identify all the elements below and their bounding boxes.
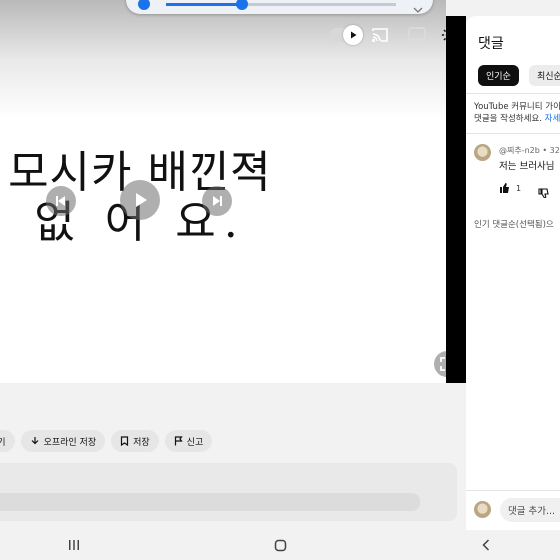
video-player[interactable]: 모시카 배낀젹 없 어 요. [0,0,446,383]
like-count: 1 [516,183,522,193]
next-icon[interactable] [202,186,232,216]
divider [466,133,560,134]
community-guideline-notice: YouTube 커뮤니티 가이 댓글을 작성하세요. 자세 [474,101,560,125]
screen: 모시카 배낀젹 없 어 요. 기 오프라인 저장 저장 신고 댓글 인기순 최신… [0,0,560,560]
thumbs-down-icon [538,188,549,199]
report-label: 신고 [186,437,204,448]
comments-panel: 댓글 인기순 최신순 YouTube 커뮤니티 가이 댓글을 작성하세요. 자세… [466,16,560,530]
autoplay-toggle[interactable] [330,25,363,45]
comments-title: 댓글 [478,36,504,52]
divider [446,16,466,383]
listen-label: 듣기 [0,437,6,448]
description-bar [0,493,420,511]
system-nav-bar [0,530,560,560]
bookmark-icon [121,436,129,446]
flag-icon [174,436,183,446]
comment-input[interactable]: 댓글 추가... [500,498,560,522]
save-button[interactable]: 저장 [111,430,159,452]
seek-track[interactable] [166,0,396,10]
guideline-link[interactable]: 자세 [545,114,560,124]
previous-icon[interactable] [46,186,76,216]
avatar [474,501,491,518]
back-icon[interactable] [476,536,496,554]
chevron-down-icon[interactable] [413,0,423,17]
media-play-icon[interactable] [138,0,150,10]
captions-icon[interactable] [407,26,427,42]
comment-author[interactable]: @찌추-n2b • 32 [499,145,560,156]
offline-save-label: 오프라인 저장 [43,437,97,448]
cast-icon[interactable] [370,26,390,44]
avatar[interactable] [474,144,491,161]
recent-apps-icon[interactable] [64,536,84,554]
dislike-button[interactable] [538,183,549,202]
save-label: 저장 [133,437,150,448]
sort-newest-chip[interactable]: 최신순 [529,65,560,86]
description-card[interactable] [0,463,457,521]
autoplay-play-icon [343,25,363,45]
listen-button[interactable]: 듣기 [0,430,15,452]
divider [466,93,560,94]
thumbs-up-icon [500,183,509,193]
action-chips: 듣기 오프라인 저장 저장 신고 [0,430,213,452]
like-button[interactable]: 1 [499,183,521,193]
sort-popular-chip[interactable]: 인기순 [478,65,519,86]
divider [466,490,560,491]
seek-progress [166,3,242,6]
download-icon [31,437,38,445]
play-icon[interactable] [120,180,160,220]
seek-thumb[interactable] [235,0,248,10]
sort-status-text: 인기 댓글순(선택됨)으 [474,220,554,230]
report-button[interactable]: 신고 [164,430,213,452]
comment-text: 저는 브러사님 [499,161,555,172]
offline-save-button[interactable]: 오프라인 저장 [20,430,106,452]
home-icon[interactable] [270,536,290,554]
media-seek-control[interactable] [126,0,433,14]
gear-icon[interactable] [438,24,446,46]
guideline-text: YouTube 커뮤니티 가이 [474,102,560,112]
guideline-text-2: 댓글을 작성하세요. [474,114,542,124]
